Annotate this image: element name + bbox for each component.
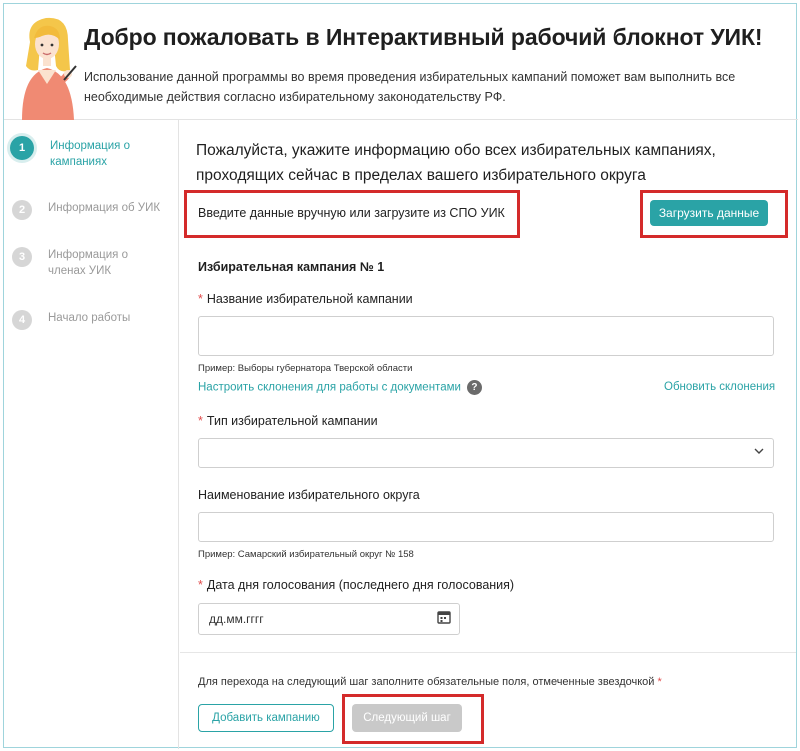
required-fields-note: Для перехода на следующий шаг заполните … <box>198 676 662 688</box>
campaign-name-input[interactable] <box>198 316 774 356</box>
step-label: Информация о членах УИК <box>48 249 129 277</box>
step-label: Информация об УИК <box>48 202 161 214</box>
campaign-section-title: Избирательная кампания № 1 <box>198 260 385 274</box>
step-label: Информация о кампаниях <box>50 140 131 168</box>
manual-entry-text: Введите данные вручную или загрузите из … <box>198 206 505 220</box>
declension-settings-link[interactable]: Настроить склонения для работы с докумен… <box>198 380 482 395</box>
step-campaign-info[interactable]: 1 Информация о кампаниях <box>10 136 170 170</box>
step-label: Начало работы <box>48 312 131 324</box>
intro-text: Пожалуйста, укажите информацию обо всех … <box>196 142 716 184</box>
required-mark: * <box>198 414 203 428</box>
next-step-button[interactable]: Следующий шаг <box>352 704 462 732</box>
district-input[interactable] <box>198 512 774 542</box>
district-label: Наименование избирательного округа <box>198 488 420 502</box>
chevron-down-icon <box>753 445 765 460</box>
campaign-type-select[interactable] <box>198 438 774 468</box>
header: Добро пожаловать в Интерактивный рабочий… <box>4 4 798 120</box>
step-number: 2 <box>12 200 32 220</box>
add-campaign-button[interactable]: Добавить кампанию <box>198 704 334 732</box>
step-number: 3 <box>12 247 32 267</box>
main-content: Пожалуйста, укажите информацию обо всех … <box>180 120 796 749</box>
calendar-icon[interactable] <box>437 610 451 624</box>
app-window: Добро пожаловать в Интерактивный рабочий… <box>3 3 798 749</box>
district-hint: Пример: Самарский избирательный округ № … <box>198 549 414 560</box>
required-mark: * <box>657 676 662 688</box>
vote-date-label: * Дата дня голосования (последнего дня го… <box>198 578 515 592</box>
step-members-info[interactable]: 3 Информация о членах УИК <box>12 247 168 279</box>
avatar-illustration <box>16 12 80 120</box>
step-start-work[interactable]: 4 Начало работы <box>12 310 168 330</box>
step-uik-info[interactable]: 2 Информация об УИК <box>12 200 168 220</box>
step-number: 1 <box>10 136 34 160</box>
page-title: Добро пожаловать в Интерактивный рабочий… <box>84 24 763 50</box>
load-data-button[interactable]: Загрузить данные <box>650 200 768 226</box>
page-subtitle: Использование данной программы во время … <box>84 70 736 104</box>
update-declension-link[interactable]: Обновить склонения <box>664 381 775 393</box>
vote-date-input[interactable]: дд.мм.гггг <box>198 603 460 635</box>
required-mark: * <box>198 292 203 306</box>
divider <box>180 652 796 653</box>
required-mark: * <box>198 578 203 592</box>
help-icon[interactable]: ? <box>466 380 482 395</box>
date-placeholder: дд.мм.гггг <box>209 612 264 626</box>
campaign-name-hint: Пример: Выборы губернатора Тверской обла… <box>198 363 413 374</box>
campaign-type-label: * Тип избирательной кампании <box>198 414 378 428</box>
step-number: 4 <box>12 310 32 330</box>
steps-sidebar: 1 Информация о кампаниях 2 Информация об… <box>4 120 179 749</box>
campaign-name-label: * Название избирательной кампании <box>198 292 413 306</box>
